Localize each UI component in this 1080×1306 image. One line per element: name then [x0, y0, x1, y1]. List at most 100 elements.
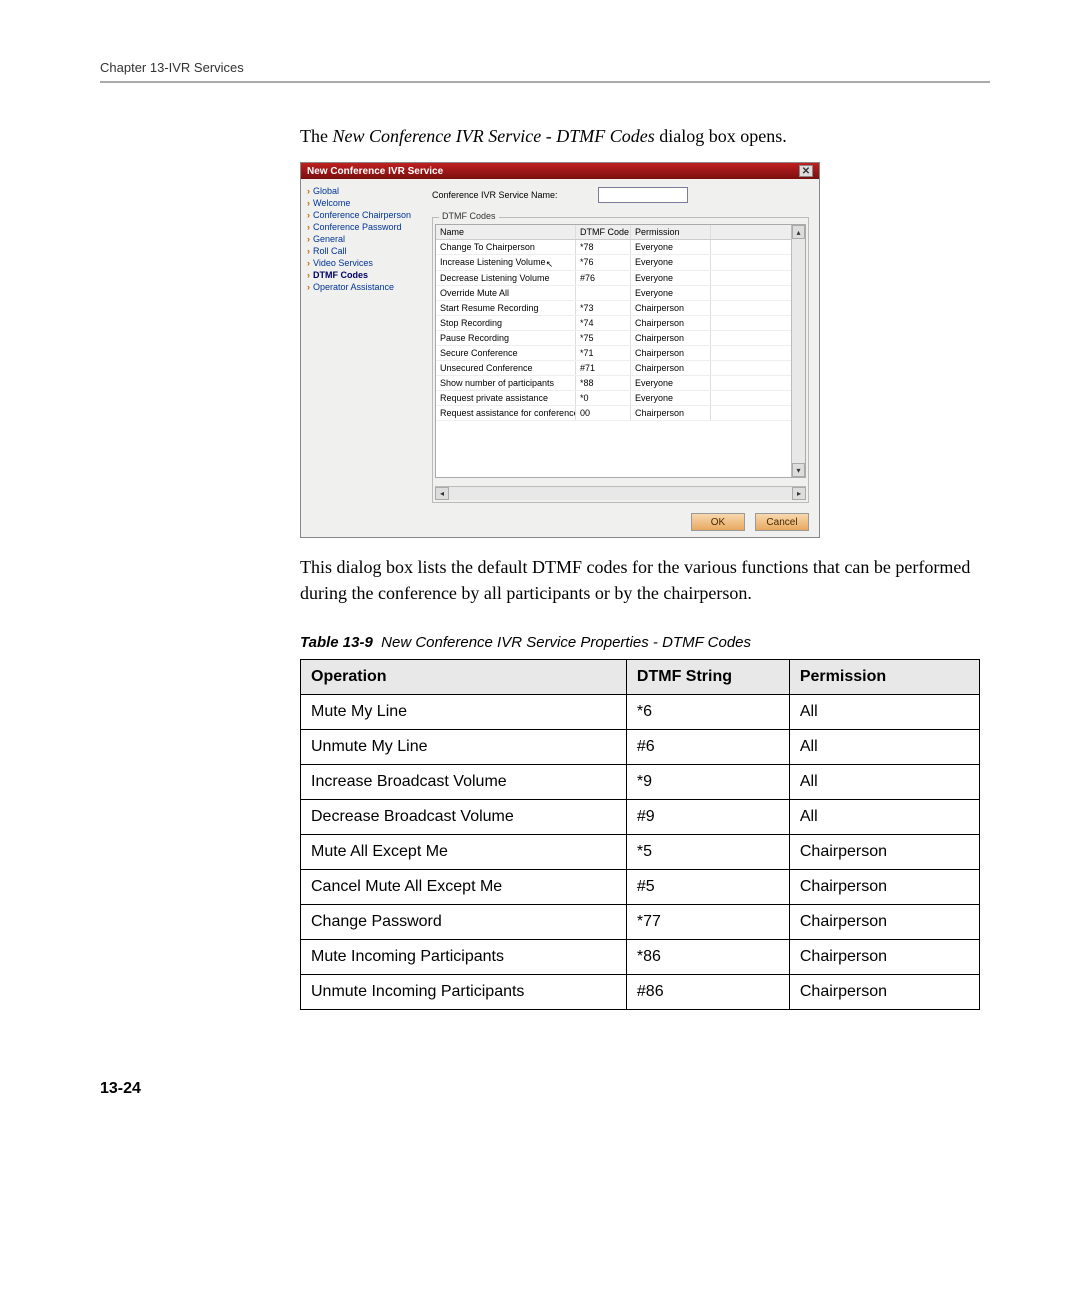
- bullet-icon: ›: [307, 246, 310, 256]
- bullet-icon: ›: [307, 270, 310, 280]
- table-caption: Table 13-9 New Conference IVR Service Pr…: [300, 634, 980, 651]
- cell-name: Unsecured Conference: [436, 361, 576, 375]
- sidebar-item[interactable]: ›Welcome: [303, 197, 424, 209]
- bullet-icon: ›: [307, 222, 310, 232]
- cell-perm: All: [789, 695, 979, 730]
- group-title: DTMF Codes: [439, 211, 499, 221]
- dialog-body: ›Global›Welcome›Conference Chairperson›C…: [301, 179, 819, 509]
- sidebar-item[interactable]: ›Roll Call: [303, 245, 424, 257]
- table-row[interactable]: Request assistance for conference00Chair…: [436, 406, 791, 421]
- intro-italic: New Conference IVR Service - DTMF Codes: [332, 126, 654, 146]
- col-header-name[interactable]: Name: [436, 225, 576, 239]
- table-row: Mute My Line*6All: [301, 695, 980, 730]
- sidebar-item-label: Global: [313, 186, 339, 196]
- cell-perm: Everyone: [631, 391, 711, 405]
- table-row[interactable]: Pause Recording*75Chairperson: [436, 331, 791, 346]
- cell-code: #71: [576, 361, 631, 375]
- table-row[interactable]: Show number of participants*88Everyone: [436, 376, 791, 391]
- cell-perm: Chairperson: [789, 870, 979, 905]
- cell-str: #6: [626, 730, 789, 765]
- dialog-title-bar[interactable]: New Conference IVR Service ✕: [301, 163, 819, 179]
- sidebar-item[interactable]: ›Conference Chairperson: [303, 209, 424, 221]
- cell-perm: Everyone: [631, 286, 711, 300]
- cell-code: *78: [576, 240, 631, 254]
- vertical-scrollbar[interactable]: ▴ ▾: [791, 225, 805, 477]
- table-row: Mute All Except Me*5Chairperson: [301, 835, 980, 870]
- scroll-right-icon[interactable]: ▸: [792, 487, 806, 500]
- cell-perm: Everyone: [631, 240, 711, 254]
- cursor-icon: ↖: [546, 259, 554, 270]
- properties-table: Operation DTMF String Permission Mute My…: [300, 659, 980, 1010]
- cell-perm: Chairperson: [789, 905, 979, 940]
- ok-button[interactable]: OK: [691, 513, 745, 531]
- bullet-icon: ›: [307, 198, 310, 208]
- cell-name: Request assistance for conference: [436, 406, 576, 420]
- cell-code: #76: [576, 271, 631, 285]
- close-icon[interactable]: ✕: [799, 165, 813, 177]
- cell-perm: Chairperson: [631, 406, 711, 420]
- cell-str: *6: [626, 695, 789, 730]
- cell-op: Unmute My Line: [301, 730, 627, 765]
- cell-perm: Chairperson: [631, 331, 711, 345]
- cell-code: 00: [576, 406, 631, 420]
- sidebar-item-label: DTMF Codes: [313, 270, 368, 280]
- cell-op: Mute Incoming Participants: [301, 940, 627, 975]
- horizontal-scrollbar[interactable]: ◂ ▸: [435, 486, 806, 500]
- scroll-left-icon[interactable]: ◂: [435, 487, 449, 500]
- cell-op: Unmute Incoming Participants: [301, 975, 627, 1010]
- cell-op: Mute All Except Me: [301, 835, 627, 870]
- table-row[interactable]: Secure Conference*71Chairperson: [436, 346, 791, 361]
- dialog-footer: OK Cancel: [301, 509, 819, 537]
- cell-str: *86: [626, 940, 789, 975]
- cell-code: *71: [576, 346, 631, 360]
- sidebar-item[interactable]: ›Conference Password: [303, 221, 424, 233]
- dtmf-table-wrap: Name DTMF Code Permission Change To Chai…: [435, 224, 806, 478]
- table-row[interactable]: Unsecured Conference#71Chairperson: [436, 361, 791, 376]
- explanation-text: This dialog box lists the default DTMF c…: [300, 554, 980, 606]
- table-row: Mute Incoming Participants*86Chairperson: [301, 940, 980, 975]
- cell-name: Request private assistance: [436, 391, 576, 405]
- sidebar-item[interactable]: ›Video Services: [303, 257, 424, 269]
- dialog-title: New Conference IVR Service: [307, 166, 443, 177]
- hscroll-track[interactable]: [449, 487, 792, 500]
- sidebar-item-label: Conference Chairperson: [313, 210, 411, 220]
- cell-str: *77: [626, 905, 789, 940]
- intro-prefix: The: [300, 126, 332, 146]
- cell-name: Show number of participants: [436, 376, 576, 390]
- sidebar-item[interactable]: ›General: [303, 233, 424, 245]
- scroll-up-icon[interactable]: ▴: [792, 225, 805, 239]
- bullet-icon: ›: [307, 258, 310, 268]
- cell-name: Change To Chairperson: [436, 240, 576, 254]
- cell-name: Stop Recording: [436, 316, 576, 330]
- col-header-code[interactable]: DTMF Code: [576, 225, 631, 239]
- sidebar-item[interactable]: ›Operator Assistance: [303, 281, 424, 293]
- table-row[interactable]: Stop Recording*74Chairperson: [436, 316, 791, 331]
- table-row[interactable]: Change To Chairperson*78Everyone: [436, 240, 791, 255]
- service-name-label: Conference IVR Service Name:: [432, 190, 558, 200]
- service-name-input[interactable]: [598, 187, 688, 203]
- table-row[interactable]: Start Resume Recording*73Chairperson: [436, 301, 791, 316]
- table-row[interactable]: Request private assistance*0Everyone: [436, 391, 791, 406]
- sidebar-item[interactable]: ›DTMF Codes: [303, 269, 424, 281]
- scroll-down-icon[interactable]: ▾: [792, 463, 805, 477]
- cell-perm: Everyone: [631, 271, 711, 285]
- page-number: 13-24: [100, 1080, 990, 1098]
- cell-perm: Chairperson: [631, 346, 711, 360]
- table-row[interactable]: Increase Listening Volume↖*76Everyone: [436, 255, 791, 271]
- col-header-perm[interactable]: Permission: [631, 225, 711, 239]
- cell-code: *75: [576, 331, 631, 345]
- bullet-icon: ›: [307, 282, 310, 292]
- table-row: Unmute My Line#6All: [301, 730, 980, 765]
- table-row[interactable]: Override Mute AllEveryone: [436, 286, 791, 301]
- cell-perm: Chairperson: [789, 940, 979, 975]
- table-row: Unmute Incoming Participants#86Chairpers…: [301, 975, 980, 1010]
- table-caption-title: New Conference IVR Service Properties - …: [381, 634, 751, 651]
- table-row[interactable]: Decrease Listening Volume#76Everyone: [436, 271, 791, 286]
- cell-perm: Chairperson: [789, 975, 979, 1010]
- bullet-icon: ›: [307, 186, 310, 196]
- cell-op: Mute My Line: [301, 695, 627, 730]
- cancel-button[interactable]: Cancel: [755, 513, 809, 531]
- sidebar-item[interactable]: ›Global: [303, 185, 424, 197]
- th-operation: Operation: [301, 660, 627, 695]
- cell-code: *73: [576, 301, 631, 315]
